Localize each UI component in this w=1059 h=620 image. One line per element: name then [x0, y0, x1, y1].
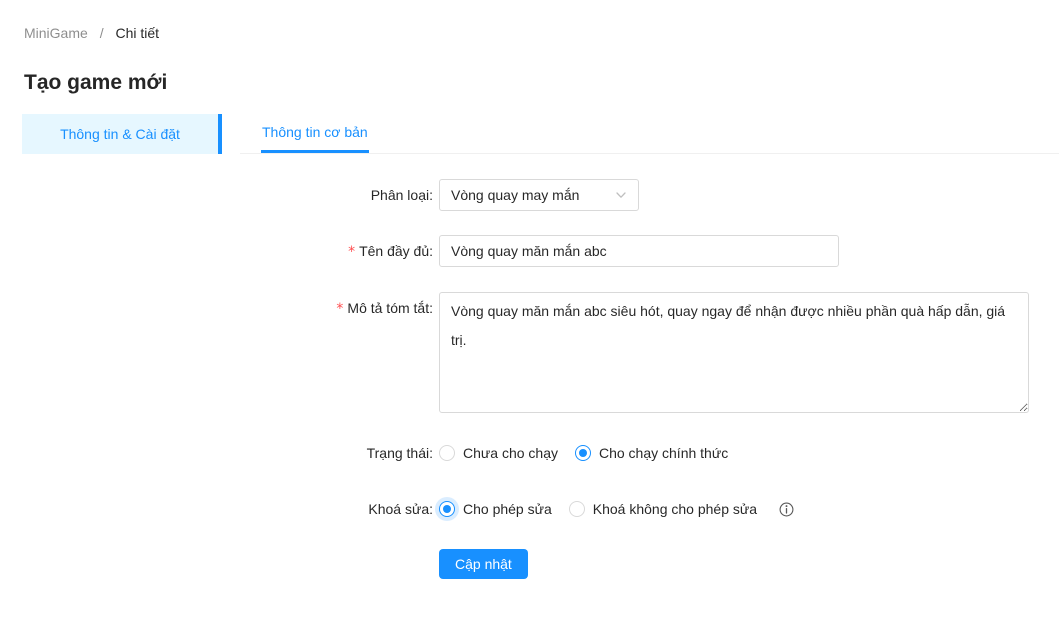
- description-textarea[interactable]: Vòng quay măn mắn abc siêu hót, quay nga…: [439, 292, 1029, 413]
- lock-edit-label: Khoá sửa:: [240, 493, 433, 525]
- description-label-text: Mô tả tóm tắt:: [347, 300, 433, 316]
- update-button[interactable]: Cập nhật: [439, 549, 528, 579]
- page-title: Tạo game mới: [24, 70, 1059, 96]
- required-mark: *: [336, 301, 343, 317]
- status-radio-group: Chưa cho chạy Cho chạy chính thức: [439, 437, 745, 469]
- full-name-label-text: Tên đầy đủ:: [359, 243, 433, 259]
- form-row-submit: Cập nhật: [240, 549, 1059, 579]
- category-select[interactable]: Vòng quay may mắn: [439, 179, 639, 211]
- radio-circle-icon: [439, 501, 455, 517]
- breadcrumb-separator: /: [100, 25, 104, 41]
- full-name-label: *Tên đầy đủ:: [240, 235, 433, 268]
- content-panel: Thông tin cơ bản Phân loại: Vòng quay ma…: [240, 114, 1059, 603]
- form-row-category: Phân loại: Vòng quay may mắn: [240, 179, 1059, 211]
- form-row-status: Trạng thái: Chưa cho chạy Cho chạy chính…: [240, 437, 1059, 469]
- info-circle-icon[interactable]: [779, 502, 794, 517]
- content-tab-bar: Thông tin cơ bản: [240, 114, 1059, 154]
- breadcrumb: MiniGame / Chi tiết: [24, 24, 1059, 42]
- required-mark: *: [348, 244, 355, 260]
- status-label: Trạng thái:: [240, 437, 433, 469]
- breadcrumb-item-chi-tiet: Chi tiết: [115, 25, 159, 41]
- lock-edit-radio-group: Cho phép sửa Khoá không cho phép sửa: [439, 493, 794, 525]
- radio-cho-phep-sua[interactable]: Cho phép sửa: [439, 501, 552, 517]
- radio-label: Khoá không cho phép sửa: [593, 501, 757, 517]
- side-tab-list: Thông tin & Cài đặt: [22, 114, 222, 603]
- category-label: Phân loại:: [240, 179, 433, 211]
- radio-chua-cho-chay[interactable]: Chưa cho chạy: [439, 445, 558, 461]
- description-label: *Mô tả tóm tắt:: [240, 292, 433, 325]
- radio-circle-icon: [439, 445, 455, 461]
- radio-label: Cho chạy chính thức: [599, 445, 728, 461]
- radio-khoa-khong-cho-phep-sua[interactable]: Khoá không cho phép sửa: [569, 501, 757, 517]
- radio-label: Chưa cho chạy: [463, 445, 558, 461]
- chevron-down-icon: [615, 189, 627, 201]
- form-row-full-name: *Tên đầy đủ:: [240, 235, 1059, 268]
- tab-thong-tin-co-ban[interactable]: Thông tin cơ bản: [261, 114, 369, 153]
- breadcrumb-item-minigame[interactable]: MiniGame: [24, 25, 88, 41]
- main-layout: Thông tin & Cài đặt Thông tin cơ bản Phâ…: [0, 114, 1059, 603]
- form-row-description: *Mô tả tóm tắt: Vòng quay măn mắn abc si…: [240, 292, 1059, 413]
- radio-circle-icon: [569, 501, 585, 517]
- game-form: Phân loại: Vòng quay may mắn *Tên đầy đủ…: [240, 179, 1059, 579]
- side-tab-thong-tin-cai-dat[interactable]: Thông tin & Cài đặt: [22, 114, 222, 154]
- radio-label: Cho phép sửa: [463, 501, 552, 517]
- category-select-value: Vòng quay may mắn: [451, 187, 615, 203]
- radio-circle-icon: [575, 445, 591, 461]
- radio-cho-chay-chinh-thuc[interactable]: Cho chạy chính thức: [575, 445, 728, 461]
- form-row-lock-edit: Khoá sửa: Cho phép sửa Khoá không cho ph…: [240, 493, 1059, 525]
- full-name-input[interactable]: [439, 235, 839, 267]
